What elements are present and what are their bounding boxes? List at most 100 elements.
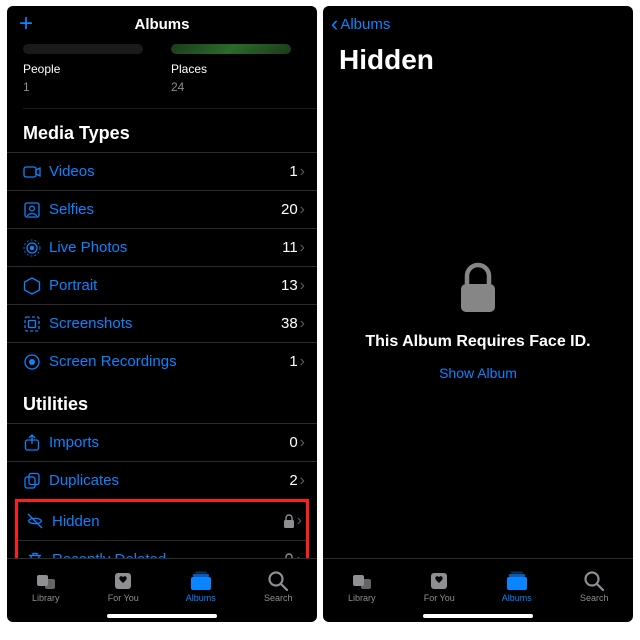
row-count: 1 — [289, 163, 297, 180]
nav-bar: ‹ Albums — [323, 6, 633, 42]
search-tab-icon — [582, 569, 606, 591]
face-id-message: This Album Requires Face ID. — [365, 333, 590, 351]
hidden-row[interactable]: Hidden › — [18, 502, 306, 540]
row-label: Videos — [49, 163, 289, 180]
selfies-row[interactable]: Selfies 20 › — [7, 190, 317, 228]
row-count: 1 — [289, 353, 297, 370]
row-label: Screen Recordings — [49, 353, 289, 370]
chevron-right-icon: › — [297, 512, 302, 530]
row-count: 13 — [281, 277, 298, 294]
screenshot-icon — [23, 315, 49, 333]
video-icon — [23, 163, 49, 181]
hidden-icon — [26, 512, 52, 530]
people-count: 1 — [23, 78, 143, 96]
tab-albums[interactable]: Albums — [478, 559, 556, 612]
recently-deleted-row[interactable]: Recently Deleted › — [18, 540, 306, 558]
tab-label: Search — [580, 593, 609, 603]
duplicate-icon — [23, 472, 49, 490]
chevron-right-icon: › — [300, 353, 305, 371]
tab-label: Library — [32, 593, 60, 603]
chevron-right-icon: › — [300, 163, 305, 181]
nav-bar: + Albums — [7, 6, 317, 42]
foryou-tab-icon — [111, 569, 135, 591]
tab-search[interactable]: Search — [556, 559, 634, 612]
record-icon — [23, 353, 49, 371]
highlight-annotation: Hidden › Recently Deleted › — [15, 499, 309, 558]
pinned-albums-row: People 1 Places 24 — [7, 42, 317, 108]
row-count: 38 — [281, 315, 298, 332]
import-icon — [23, 434, 49, 452]
videos-row[interactable]: Videos 1 › — [7, 152, 317, 190]
trash-icon — [26, 551, 52, 559]
library-tab-icon — [350, 569, 374, 591]
chevron-right-icon: › — [300, 315, 305, 333]
tab-label: Albums — [186, 593, 216, 603]
places-label: Places — [171, 60, 291, 78]
live-icon — [23, 239, 49, 257]
imports-row[interactable]: Imports 0 › — [7, 423, 317, 461]
screenshots-row[interactable]: Screenshots 38 › — [7, 304, 317, 342]
row-label: Portrait — [49, 277, 281, 294]
foryou-tab-icon — [427, 569, 451, 591]
row-count: 2 — [289, 472, 297, 489]
search-tab-icon — [266, 569, 290, 591]
library-tab-icon — [34, 569, 58, 591]
hidden-album-screen: ‹ Albums Hidden This Album Requires Face… — [323, 6, 633, 622]
page-title: Hidden — [323, 42, 633, 84]
tab-label: Albums — [502, 593, 532, 603]
row-label: Live Photos — [49, 239, 282, 256]
live-photos-row[interactable]: Live Photos 11 › — [7, 228, 317, 266]
row-label: Recently Deleted — [52, 551, 283, 558]
row-label: Imports — [49, 434, 289, 451]
people-album[interactable]: People 1 — [23, 44, 143, 96]
lock-icon — [283, 514, 295, 528]
row-label: Selfies — [49, 201, 281, 218]
chevron-right-icon: › — [300, 434, 305, 452]
places-thumbnail — [171, 44, 291, 54]
row-label: Screenshots — [49, 315, 281, 332]
tab-bar: Library For You Albums Search — [7, 558, 317, 622]
tab-for-you[interactable]: For You — [85, 559, 163, 612]
add-button[interactable]: + — [19, 6, 33, 42]
chevron-right-icon: › — [300, 277, 305, 295]
tab-bar: Library For You Albums Search — [323, 558, 633, 622]
back-button[interactable]: ‹ Albums — [331, 13, 390, 35]
tab-search[interactable]: Search — [240, 559, 318, 612]
portrait-row[interactable]: Portrait 13 › — [7, 266, 317, 304]
media-types-header: Media Types — [7, 109, 317, 152]
tab-albums[interactable]: Albums — [162, 559, 240, 612]
albums-scroll[interactable]: People 1 Places 24 Media Types Videos 1 … — [7, 42, 317, 558]
selfie-icon — [23, 201, 49, 219]
row-label: Duplicates — [49, 472, 289, 489]
portrait-icon — [23, 277, 49, 295]
back-label: Albums — [340, 16, 390, 33]
tab-for-you[interactable]: For You — [401, 559, 479, 612]
row-count: 11 — [282, 239, 298, 256]
tab-label: Library — [348, 593, 376, 603]
tab-library[interactable]: Library — [323, 559, 401, 612]
chevron-right-icon: › — [300, 472, 305, 490]
lock-icon — [457, 262, 499, 319]
albums-tab-icon — [505, 569, 529, 591]
places-album[interactable]: Places 24 — [171, 44, 291, 96]
chevron-right-icon: › — [300, 239, 305, 257]
duplicates-row[interactable]: Duplicates 2 › — [7, 461, 317, 499]
row-label: Hidden — [52, 513, 283, 530]
locked-content: This Album Requires Face ID. Show Album — [323, 84, 633, 558]
people-label: People — [23, 60, 143, 78]
chevron-right-icon: › — [300, 201, 305, 219]
home-indicator[interactable] — [423, 614, 533, 618]
show-album-button[interactable]: Show Album — [439, 365, 517, 381]
nav-title: Albums — [134, 16, 189, 33]
tab-label: Search — [264, 593, 293, 603]
home-indicator[interactable] — [107, 614, 217, 618]
tab-library[interactable]: Library — [7, 559, 85, 612]
albums-tab-icon — [189, 569, 213, 591]
screen-recordings-row[interactable]: Screen Recordings 1 › — [7, 342, 317, 380]
row-count: 20 — [281, 201, 298, 218]
albums-screen: + Albums People 1 Places 24 Media Types … — [7, 6, 317, 622]
tab-label: For You — [108, 593, 139, 603]
row-count: 0 — [289, 434, 297, 451]
chevron-right-icon: › — [297, 551, 302, 559]
tab-label: For You — [424, 593, 455, 603]
